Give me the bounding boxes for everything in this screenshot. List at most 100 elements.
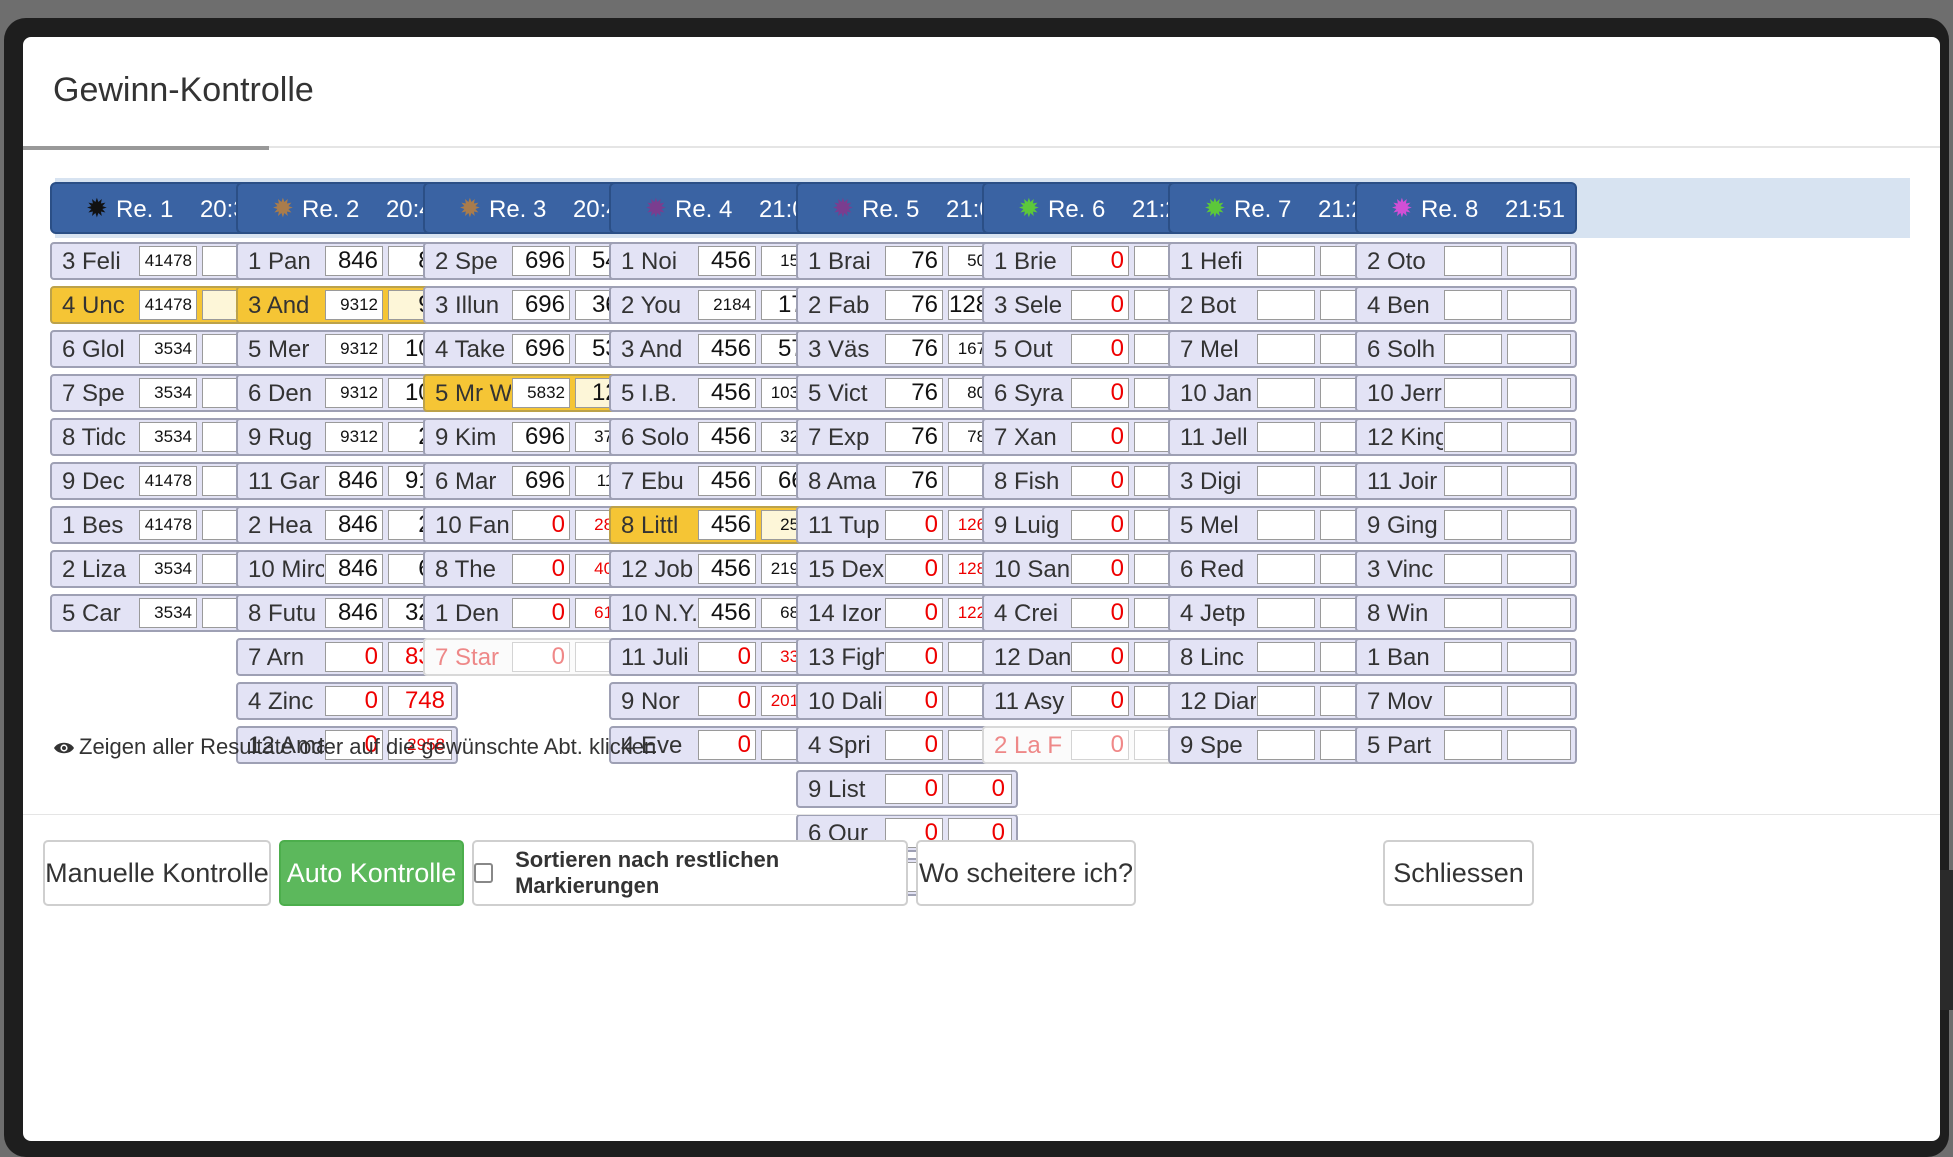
bet-count-field <box>1444 290 1502 320</box>
result-field <box>1507 730 1571 760</box>
bet-count-field: 0 <box>885 510 943 540</box>
result-field: 748 <box>388 686 452 716</box>
footer-divider <box>23 814 1940 815</box>
runner-name: 8 The <box>435 556 496 583</box>
bet-count-field: 3534 <box>139 378 197 408</box>
runner-name: 8 Linc <box>1180 644 1245 671</box>
bet-count-field <box>1444 554 1502 584</box>
bet-count-field: 0 <box>512 642 570 672</box>
race-time: 21:51 <box>1504 196 1565 223</box>
bet-count-field: 76 <box>885 246 943 276</box>
bet-count-field: 456 <box>698 246 756 276</box>
bet-count-field: 9312 <box>325 422 383 452</box>
runner-row[interactable]: 7 Mov <box>1355 682 1577 720</box>
runner-name: 4 Ben <box>1367 292 1430 319</box>
manual-control-button[interactable]: Manuelle Kontrolle <box>43 840 271 906</box>
bet-count-field: 0 <box>885 774 943 804</box>
runner-name: 11 Gar <box>248 468 320 495</box>
bet-count-field: 0 <box>885 686 943 716</box>
runner-row[interactable]: 2 Oto <box>1355 242 1577 280</box>
race-label: Re. 6 <box>1048 196 1106 223</box>
runner-row[interactable]: 12 King <box>1355 418 1577 456</box>
bet-count-field: 0 <box>885 598 943 628</box>
bet-count-field <box>1257 686 1315 716</box>
bet-count-field: 0 <box>325 686 383 716</box>
runner-name: 5 Mr W <box>435 380 511 407</box>
auto-control-button[interactable]: Auto Kontrolle <box>279 840 464 906</box>
star-icon: ✹ <box>1391 193 1413 223</box>
runner-name: 2 Oto <box>1367 248 1426 275</box>
runner-name: 2 La F <box>994 732 1063 759</box>
runner-row[interactable]: 8 Win <box>1355 594 1577 632</box>
runner-name: 4 Crei <box>994 600 1059 627</box>
bet-count-field: 696 <box>512 422 570 452</box>
runner-name: 5 Out <box>994 336 1053 363</box>
bet-count-field: 76 <box>885 334 943 364</box>
bet-count-field <box>1257 246 1315 276</box>
bet-count-field <box>1444 686 1502 716</box>
runner-name: 12 King <box>1367 424 1443 451</box>
runner-row[interactable]: 3 Vinc <box>1355 550 1577 588</box>
runner-row[interactable]: 1 Ban <box>1355 638 1577 676</box>
result-field <box>1507 290 1571 320</box>
runner-row[interactable]: 10 Jerr <box>1355 374 1577 412</box>
runner-row[interactable]: 4 Zinc 0 748 <box>236 682 458 720</box>
bet-count-field: 0 <box>698 730 756 760</box>
runner-name: 7 Ebu <box>621 468 684 495</box>
runner-name: 2 Spe <box>435 248 498 275</box>
race-label: Re. 3 <box>489 196 547 223</box>
runner-name: 10 Jan <box>1180 380 1253 407</box>
bet-count-field: 456 <box>698 598 756 628</box>
bet-count-field: 0 <box>885 554 943 584</box>
runner-row[interactable]: 5 Part <box>1355 726 1577 764</box>
runner-name: 10 Fan <box>435 512 510 539</box>
bet-count-field: 41478 <box>139 246 197 276</box>
runner-name: 3 And <box>248 292 310 319</box>
star-icon: ✹ <box>645 193 667 223</box>
bet-count-field <box>1444 334 1502 364</box>
runner-row[interactable]: 9 List 0 0 <box>796 770 1018 808</box>
star-icon: ✹ <box>272 193 294 223</box>
bet-count-field: 0 <box>1071 730 1129 760</box>
runner-name: 6 Glol <box>62 336 125 363</box>
race-header-8[interactable]: ✹ Re. 8 21:51 <box>1355 182 1577 234</box>
close-button[interactable]: Schliessen <box>1383 840 1534 906</box>
result-field <box>1507 466 1571 496</box>
bet-count-field: 0 <box>1071 246 1129 276</box>
runner-row[interactable]: 4 Ben <box>1355 286 1577 324</box>
runner-row[interactable]: 6 Solh <box>1355 330 1577 368</box>
bet-count-field <box>1257 290 1315 320</box>
runner-name: 1 Ban <box>1367 644 1430 671</box>
runner-name: 6 Solo <box>621 424 690 451</box>
runner-name: 4 Take <box>435 336 506 363</box>
bet-count-field: 76 <box>885 378 943 408</box>
where-fail-button[interactable]: Wo scheitere ich? <box>916 840 1136 906</box>
runner-name: 10 San <box>994 556 1070 583</box>
sort-checkbox[interactable] <box>474 863 494 883</box>
title-accent-line <box>23 146 269 150</box>
runner-name: 4 Unc <box>62 292 125 319</box>
bet-count-field <box>1444 598 1502 628</box>
bet-count-field <box>1257 378 1315 408</box>
bet-count-field: 0 <box>1071 290 1129 320</box>
race-label: Re. 2 <box>302 196 360 223</box>
race-label: Re. 1 <box>116 196 174 223</box>
runner-name: 3 Sele <box>994 292 1063 319</box>
runner-row[interactable]: 9 Ging <box>1355 506 1577 544</box>
runner-name: 2 You <box>621 292 682 319</box>
bet-count-field: 696 <box>512 290 570 320</box>
star-icon: ✹ <box>1018 193 1040 223</box>
runner-name: 9 List <box>808 776 866 803</box>
runner-name: 1 Den <box>435 600 500 627</box>
runner-row[interactable]: 11 Joir <box>1355 462 1577 500</box>
runner-name: 8 Littl <box>621 512 679 539</box>
runner-name: 7 Mov <box>1367 688 1433 715</box>
bet-count-field: 0 <box>698 642 756 672</box>
bet-count-field: 0 <box>512 510 570 540</box>
sort-remaining-toggle[interactable]: Sortieren nach restlichen Markierungen <box>472 840 908 906</box>
bet-count-field: 9312 <box>325 290 383 320</box>
bet-count-field <box>1444 378 1502 408</box>
where-fail-label: Wo scheitere ich? <box>918 857 1134 888</box>
runner-name: 9 Nor <box>621 688 680 715</box>
runner-name: 2 Bot <box>1180 292 1237 319</box>
